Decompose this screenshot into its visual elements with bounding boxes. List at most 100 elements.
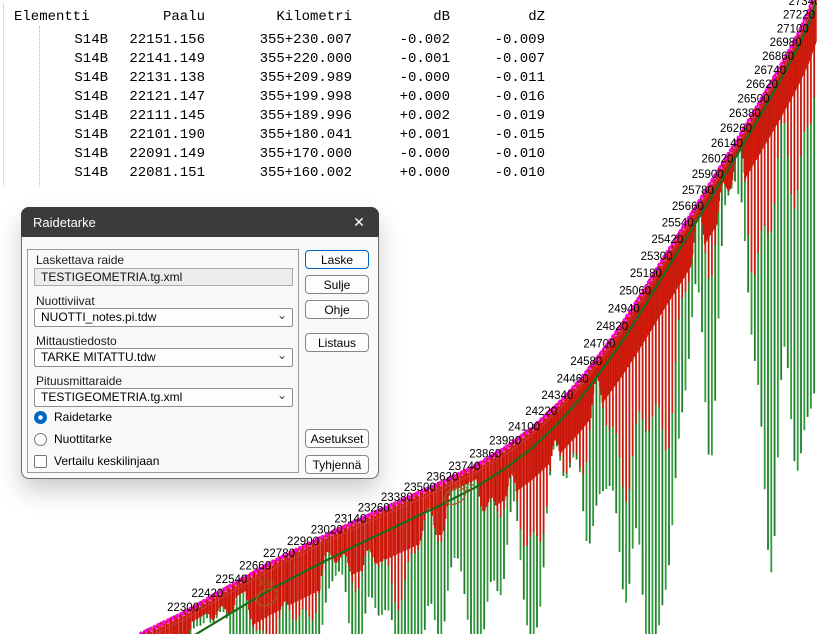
nuottiviivat-label: Nuottiviivat bbox=[36, 295, 95, 308]
cell: 22091.149 bbox=[108, 145, 205, 164]
km-marker-label: 356 bbox=[257, 577, 275, 589]
results-table-body: S14B22151.156355+230.007-0.002-0.009S14B… bbox=[8, 31, 545, 183]
station-label: 26380 bbox=[729, 108, 761, 120]
station-label: 27220 bbox=[783, 10, 815, 22]
close-button[interactable]: ✕ bbox=[339, 207, 379, 237]
mittaustiedosto-dropdown[interactable]: TARKE MITATTU.tdw ⌄ bbox=[34, 348, 293, 367]
station-label: 23260 bbox=[358, 503, 390, 515]
pituusmittaraide-value: TESTIGEOMETRIA.tg.xml bbox=[41, 390, 182, 404]
cell: S14B bbox=[8, 126, 108, 145]
station-label: 23020 bbox=[311, 525, 343, 537]
station-label: 22540 bbox=[215, 574, 247, 586]
station-label: 22420 bbox=[191, 588, 223, 600]
checkbox-vertailu[interactable]: Vertailu keskilinjaan bbox=[34, 454, 159, 468]
station-label: 22780 bbox=[263, 548, 295, 560]
table-row[interactable]: S14B22101.190355+180.041+0.001-0.015 bbox=[8, 126, 545, 145]
cell: 22101.190 bbox=[108, 126, 205, 145]
station-label: 24820 bbox=[596, 321, 628, 333]
table-row[interactable]: S14B22121.147355+199.998+0.000-0.016 bbox=[8, 88, 545, 107]
station-label: 26620 bbox=[746, 79, 778, 91]
column-header: Kilometri bbox=[205, 8, 352, 27]
nuottiviivat-dropdown[interactable]: NUOTTI_notes.pi.tdw ⌄ bbox=[34, 308, 293, 327]
radio-nuottitarke[interactable]: Nuottitarke bbox=[34, 432, 112, 446]
station-label: 26860 bbox=[762, 51, 794, 63]
station-label: 24580 bbox=[570, 356, 602, 368]
station-label: 25660 bbox=[672, 201, 704, 213]
cell: -0.000 bbox=[352, 69, 450, 88]
station-label: 22300 bbox=[167, 602, 199, 614]
cell: S14B bbox=[8, 88, 108, 107]
cell: -0.010 bbox=[450, 145, 545, 164]
cell: -0.016 bbox=[450, 88, 545, 107]
station-label: 23140 bbox=[334, 513, 366, 525]
station-label: 24700 bbox=[583, 339, 615, 351]
station-label: 25780 bbox=[682, 185, 714, 197]
results-table-header: ElementtiPaaluKilometridBdZ bbox=[8, 8, 545, 27]
cell: +0.000 bbox=[352, 88, 450, 107]
sulje-button[interactable]: Sulje bbox=[305, 275, 369, 294]
station-label: 24220 bbox=[525, 406, 557, 418]
dialog-groupbox: Laskettava raide TESTIGEOMETRIA.tg.xml N… bbox=[27, 249, 299, 473]
cell: 355+199.998 bbox=[205, 88, 352, 107]
cell: 22121.147 bbox=[108, 88, 205, 107]
table-row[interactable]: S14B22111.145355+189.996+0.002-0.019 bbox=[8, 107, 545, 126]
cell: -0.007 bbox=[450, 50, 545, 69]
station-label: 24100 bbox=[508, 422, 540, 434]
station-label: 27340 bbox=[789, 0, 817, 8]
asetukset-button[interactable]: Asetukset bbox=[305, 429, 369, 448]
radio-unselected-icon bbox=[34, 433, 47, 446]
nuottiviivat-value: NUOTTI_notes.pi.tdw bbox=[41, 310, 156, 324]
station-label: 25540 bbox=[662, 218, 694, 230]
table-row[interactable]: S14B22091.149355+170.000-0.000-0.010 bbox=[8, 145, 545, 164]
station-label: 26020 bbox=[701, 154, 733, 166]
cell: 22131.138 bbox=[108, 69, 205, 88]
dialog-titlebar[interactable]: Raidetarke ✕ bbox=[21, 207, 379, 237]
checkbox-vertailu-label: Vertailu keskilinjaan bbox=[54, 454, 159, 468]
laskettava-raide-label: Laskettava raide bbox=[36, 254, 124, 267]
station-label: 23860 bbox=[469, 449, 501, 461]
station-label: 24340 bbox=[541, 390, 573, 402]
table-row[interactable]: S14B22081.151355+160.002+0.000-0.010 bbox=[8, 164, 545, 183]
radio-raidetarke[interactable]: Raidetarke bbox=[34, 410, 112, 424]
table-row[interactable]: S14B22151.156355+230.007-0.002-0.009 bbox=[8, 31, 545, 50]
station-label: 22660 bbox=[239, 561, 271, 573]
cell: -0.019 bbox=[450, 107, 545, 126]
radio-raidetarke-label: Raidetarke bbox=[54, 410, 112, 424]
column-header: Paalu bbox=[108, 8, 205, 27]
mittaustiedosto-label: Mittaustiedosto bbox=[36, 335, 117, 348]
cell: 355+220.000 bbox=[205, 50, 352, 69]
listaus-button[interactable]: Listaus bbox=[305, 333, 369, 352]
station-label: 26260 bbox=[720, 123, 752, 135]
cell: 355+180.041 bbox=[205, 126, 352, 145]
station-label: 23980 bbox=[489, 436, 521, 448]
cell: -0.015 bbox=[450, 126, 545, 145]
checkbox-icon bbox=[34, 455, 47, 468]
radio-nuottitarke-label: Nuottitarke bbox=[54, 432, 112, 446]
mittaustiedosto-value: TARKE MITATTU.tdw bbox=[41, 350, 156, 364]
station-label: 23380 bbox=[381, 492, 413, 504]
station-label: 25420 bbox=[651, 234, 683, 246]
cell: -0.011 bbox=[450, 69, 545, 88]
app-canvas: 2230022420225402266022780229002302023140… bbox=[0, 0, 817, 634]
laske-button[interactable]: Laske bbox=[305, 250, 369, 269]
grid-guide bbox=[39, 26, 40, 186]
cell: 22151.156 bbox=[108, 31, 205, 50]
station-label: 25060 bbox=[619, 286, 651, 298]
cell: 22081.151 bbox=[108, 164, 205, 183]
raidetarke-dialog: Raidetarke ✕ Laskettava raide TESTIGEOME… bbox=[21, 207, 379, 479]
table-row[interactable]: S14B22141.149355+220.000-0.001-0.007 bbox=[8, 50, 545, 69]
chevron-down-icon: ⌄ bbox=[277, 307, 287, 324]
cell: 355+170.000 bbox=[205, 145, 352, 164]
cell: S14B bbox=[8, 50, 108, 69]
station-label: 25300 bbox=[641, 251, 673, 263]
column-header: dB bbox=[352, 8, 450, 27]
chevron-down-icon: ⌄ bbox=[277, 387, 287, 404]
station-label: 26740 bbox=[754, 65, 786, 77]
station-label: 23740 bbox=[448, 461, 480, 473]
cell: S14B bbox=[8, 145, 108, 164]
table-row[interactable]: S14B22131.138355+209.989-0.000-0.011 bbox=[8, 69, 545, 88]
cell: S14B bbox=[8, 107, 108, 126]
ohje-button[interactable]: Ohje bbox=[305, 300, 369, 319]
pituusmittaraide-dropdown[interactable]: TESTIGEOMETRIA.tg.xml ⌄ bbox=[34, 388, 293, 407]
tyhjenna-button[interactable]: Tyhjennä bbox=[305, 455, 369, 474]
